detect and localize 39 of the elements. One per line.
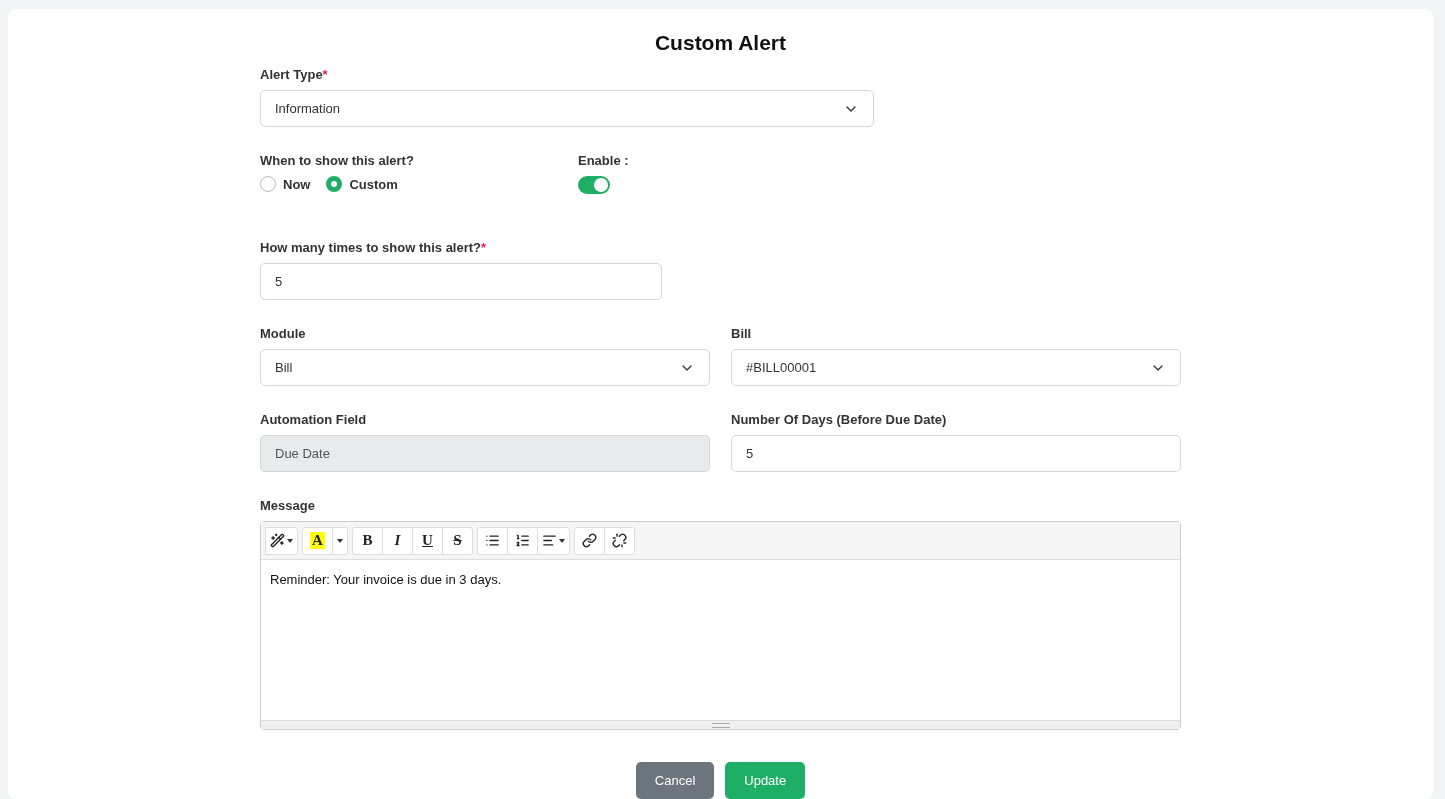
cancel-button[interactable]: Cancel <box>635 762 715 799</box>
underline-button[interactable]: U <box>412 526 443 555</box>
strike-button[interactable]: S <box>442 526 473 555</box>
form-title: Custom Alert <box>653 31 788 55</box>
field-label: When to show this alert? <box>260 153 415 168</box>
resize-grip-icon[interactable] <box>711 722 730 728</box>
align-button[interactable] <box>537 526 570 555</box>
field-label: Alert Type* <box>260 67 329 82</box>
magic-button[interactable] <box>265 526 298 555</box>
bullets-button[interactable] <box>477 526 508 555</box>
toggle-switch[interactable] <box>578 176 610 194</box>
align-left-icon <box>542 533 557 548</box>
magic-wand-icon <box>270 533 285 548</box>
italic-button[interactable]: I <box>382 526 413 555</box>
field-label: Number Of Days (Before Due Date) <box>731 412 948 427</box>
field-label: Enable : <box>578 153 630 168</box>
select-field[interactable]: Information <box>260 90 874 127</box>
numbers-button[interactable] <box>507 526 538 555</box>
field-label: Bill <box>731 326 753 341</box>
dropdown-caret-button[interactable] <box>332 526 348 555</box>
select-field[interactable]: Bill <box>260 349 710 386</box>
highlight-button[interactable]: A <box>302 526 333 555</box>
field-label: How many times to show this alert?* <box>260 240 488 255</box>
numbered-list-icon <box>515 533 530 548</box>
radio-option[interactable]: Now <box>260 176 311 192</box>
unlink-button[interactable] <box>604 526 635 555</box>
input-field[interactable]: 5 <box>260 263 662 300</box>
bulleted-list-icon <box>485 533 500 548</box>
bold-button[interactable]: B <box>352 526 383 555</box>
field-label: Module <box>260 326 307 341</box>
unlink-icon <box>612 533 627 548</box>
link-button[interactable] <box>574 526 605 555</box>
link-icon <box>582 533 597 548</box>
editor-text[interactable]: Reminder: Your invoice is due in 3 days. <box>261 560 1180 720</box>
field-label: Message <box>260 498 316 513</box>
radio-option[interactable]: Custom <box>326 176 398 192</box>
field-label: Automation Field <box>260 412 368 427</box>
input-field[interactable]: 5 <box>731 435 1181 472</box>
select-field[interactable]: #BILL00001 <box>731 349 1181 386</box>
